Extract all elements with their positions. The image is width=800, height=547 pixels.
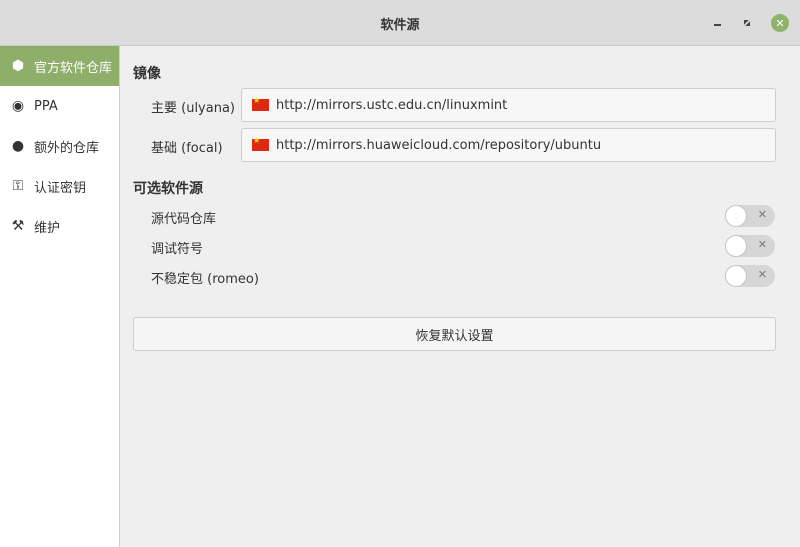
- base-mirror-url: http://mirrors.huaweicloud.com/repositor…: [276, 137, 602, 153]
- maximize-button[interactable]: [738, 14, 756, 32]
- sidebar-item-ppa[interactable]: ◉ PPA: [0, 86, 119, 126]
- radio-icon: ◉: [11, 98, 25, 114]
- restore-defaults-button[interactable]: 恢复默认设置: [133, 317, 776, 351]
- globe-icon: ●: [11, 138, 25, 154]
- optional-heading: 可选软件源: [133, 181, 203, 197]
- main-mirror-label: 主要 (ulyana): [151, 101, 235, 116]
- package-icon: ⬢: [11, 58, 25, 74]
- mirrors-heading: 镜像: [133, 66, 161, 82]
- source-code-toggle[interactable]: ✕: [725, 205, 775, 227]
- main-mirror-button[interactable]: http://mirrors.ustc.edu.cn/linuxmint: [241, 88, 776, 122]
- option-label: 源代码仓库: [151, 212, 217, 227]
- option-source-code: 源代码仓库 ✕: [133, 204, 776, 228]
- sidebar-item-auth-keys[interactable]: ⚿ 认证密钥: [0, 166, 119, 206]
- base-mirror-label: 基础 (focal): [151, 141, 223, 156]
- china-flag-icon: [252, 96, 269, 111]
- base-mirror-row: 基础 (focal) http://mirrors.huaweicloud.co…: [133, 128, 776, 162]
- sidebar-item-label: 额外的仓库: [34, 140, 100, 156]
- off-icon: ✕: [757, 268, 767, 281]
- sidebar-item-additional-repos[interactable]: ● 额外的仓库: [0, 126, 119, 166]
- window-title: 软件源: [380, 18, 420, 33]
- close-button[interactable]: ✕: [771, 14, 789, 32]
- tools-icon: ⚒: [11, 218, 25, 234]
- sidebar-item-label: 官方软件仓库: [34, 60, 113, 76]
- debug-symbols-toggle[interactable]: ✕: [725, 235, 775, 257]
- sidebar-item-maintenance[interactable]: ⚒ 维护: [0, 206, 119, 246]
- sidebar: ⬢ 官方软件仓库 ◉ PPA ● 额外的仓库 ⚿ 认证密钥 ⚒ 维护: [0, 46, 120, 547]
- sidebar-item-official-repos[interactable]: ⬢ 官方软件仓库: [0, 46, 119, 86]
- sidebar-item-label: 维护: [34, 220, 61, 236]
- option-label: 不稳定包 (romeo): [151, 272, 259, 287]
- sidebar-item-label: 认证密钥: [34, 180, 87, 196]
- base-mirror-button[interactable]: http://mirrors.huaweicloud.com/repositor…: [241, 128, 776, 162]
- off-icon: ✕: [757, 208, 767, 221]
- main-mirror-row: 主要 (ulyana) http://mirrors.ustc.edu.cn/l…: [133, 88, 776, 122]
- option-unstable: 不稳定包 (romeo) ✕: [133, 264, 776, 288]
- unstable-toggle[interactable]: ✕: [725, 265, 775, 287]
- sidebar-item-label: PPA: [34, 98, 58, 114]
- china-flag-icon: [252, 136, 269, 151]
- option-debug-symbols: 调试符号 ✕: [133, 234, 776, 258]
- off-icon: ✕: [757, 238, 767, 251]
- minimize-button[interactable]: [708, 14, 726, 32]
- key-icon: ⚿: [12, 178, 24, 194]
- main-mirror-url: http://mirrors.ustc.edu.cn/linuxmint: [276, 97, 508, 113]
- title-bar: 软件源 ✕: [0, 0, 800, 46]
- option-label: 调试符号: [151, 242, 204, 257]
